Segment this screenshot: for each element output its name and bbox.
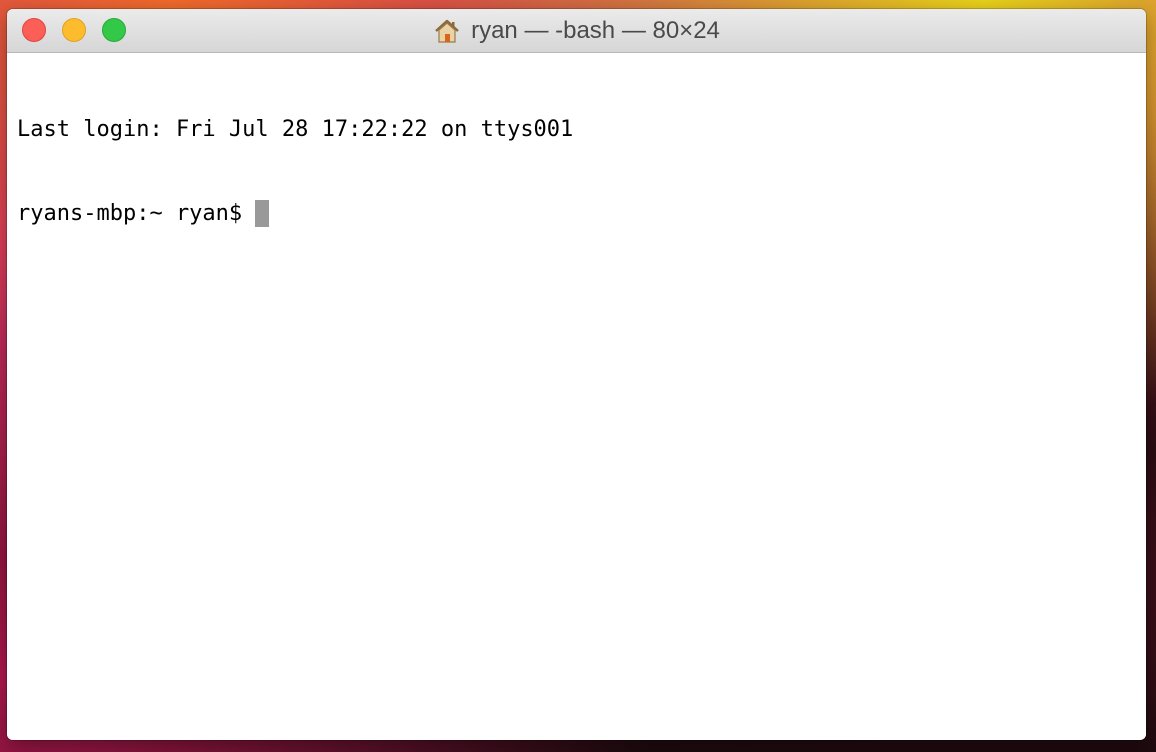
prompt-text: ryans-mbp:~ ryan$ [17,201,243,226]
window-title: ryan — -bash — 80×24 [7,9,1146,53]
terminal-prompt-line[interactable]: ryans-mbp:~ ryan$ [17,200,1146,228]
title-bar[interactable]: ryan — -bash — 80×24 [7,9,1146,53]
terminal-line-last-login: Last login: Fri Jul 28 17:22:22 on ttys0… [17,117,574,142]
terminal-content[interactable]: Last login: Fri Jul 28 17:22:22 on ttys0… [7,54,1146,740]
home-icon [433,17,461,45]
window-title-text: ryan — -bash — 80×24 [471,17,720,44]
terminal-window: ryan — -bash — 80×24 Last login: Fri Jul… [7,9,1146,740]
text-cursor [255,200,270,227]
